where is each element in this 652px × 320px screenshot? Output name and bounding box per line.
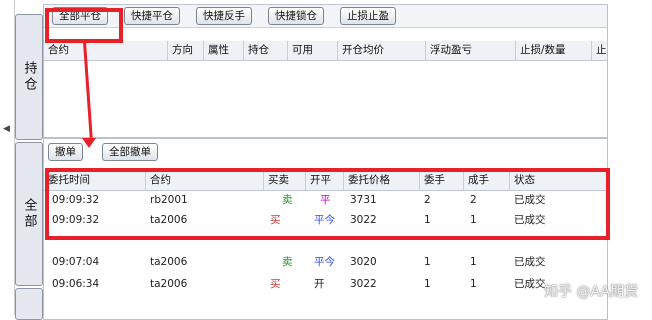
order-qty: 1 — [424, 278, 431, 290]
order-price: 3020 — [350, 256, 377, 268]
cancel-order-button[interactable]: 撤单 — [48, 143, 83, 161]
order-filled: 1 — [470, 278, 477, 290]
quick-reverse-button[interactable]: 快捷反手 — [196, 7, 252, 25]
close-all-button[interactable]: 全部平仓 — [52, 7, 108, 25]
order-price: 3022 — [350, 278, 377, 290]
order-time: 09:09:32 — [52, 214, 100, 226]
positions-table-header: 合约 方向 属性 持仓 可用 开仓均价 浮动盈亏 止损/数量 止 — [44, 41, 607, 61]
quick-close-button[interactable]: 快捷平仓 — [124, 7, 180, 25]
order-price: 3022 — [350, 214, 377, 226]
order-filled: 2 — [470, 194, 477, 206]
col-floating-pnl[interactable]: 浮动盈亏 — [426, 41, 516, 60]
order-contract: ta2006 — [150, 278, 188, 290]
order-contract: ta2006 — [150, 214, 188, 226]
order-status: 已成交 — [514, 194, 546, 206]
order-time: 09:06:34 — [52, 278, 100, 290]
col-stop-extra[interactable]: 止 — [592, 41, 612, 60]
col-order-price[interactable]: 委托价格 — [344, 171, 420, 190]
order-qty: 1 — [424, 214, 431, 226]
col-status[interactable]: 状态 — [510, 171, 612, 190]
col-attribute[interactable]: 属性 — [204, 41, 244, 60]
order-row[interactable]: 09:09:32 rb2001 卖 平 3731 2 2 已成交 — [44, 191, 607, 210]
order-offset: 开 — [314, 278, 325, 290]
order-time: 09:09:32 — [52, 194, 100, 206]
positions-panel: 全部平仓 快捷平仓 快捷反手 快捷锁仓 止损止盈 合约 方向 属性 持仓 可用 … — [43, 4, 608, 138]
col-open-close[interactable]: 开平 — [306, 171, 344, 190]
order-time: 09:07:04 — [52, 256, 100, 268]
tab-positions-label: 持仓 — [21, 61, 37, 93]
order-side: 卖 — [282, 194, 293, 206]
watermark: 知乎 @AA期货 — [544, 284, 638, 300]
col-order-qty[interactable]: 委手 — [420, 171, 464, 190]
order-status: 已成交 — [514, 278, 546, 290]
order-side: 卖 — [282, 256, 293, 268]
order-row[interactable]: 09:07:04 ta2006 卖 平今 3020 1 1 已成交 — [44, 253, 607, 272]
order-side: 买 — [270, 214, 281, 226]
order-row[interactable]: 09:09:32 ta2006 买 平今 3022 1 1 已成交 — [44, 211, 607, 230]
tab-next[interactable] — [15, 288, 43, 320]
order-row[interactable]: 09:06:34 ta2006 买 开 3022 1 1 已成交 — [44, 275, 607, 294]
order-contract: ta2006 — [150, 256, 188, 268]
tab-positions[interactable]: 持仓 — [15, 14, 43, 140]
annotation-arrow-head-icon — [82, 138, 96, 148]
col-stop-qty[interactable]: 止损/数量 — [516, 41, 592, 60]
col-direction[interactable]: 方向 — [168, 41, 204, 60]
tab-all[interactable]: 全部 — [15, 142, 43, 286]
orders-panel: 撤单 全部撤单 委托时间 合约 买卖 开平 委托价格 委手 成手 状态 09:0… — [43, 138, 608, 320]
col-position[interactable]: 持仓 — [244, 41, 288, 60]
orders-toolbar: 撤单 全部撤单 — [44, 139, 607, 161]
cancel-all-button[interactable]: 全部撤单 — [102, 143, 158, 161]
collapse-arrow-icon[interactable]: ◀ — [3, 124, 10, 134]
order-contract: rb2001 — [150, 194, 188, 206]
order-offset: 平今 — [314, 214, 335, 226]
order-offset: 平 — [320, 194, 331, 206]
col-open-avg-price[interactable]: 开仓均价 — [338, 41, 426, 60]
col-order-time[interactable]: 委托时间 — [44, 171, 146, 190]
positions-toolbar: 全部平仓 快捷平仓 快捷反手 快捷锁仓 止损止盈 — [44, 5, 607, 28]
left-collapse-strip[interactable]: ◀ — [0, 0, 15, 315]
col-contract[interactable]: 合约 — [44, 41, 168, 60]
col-available[interactable]: 可用 — [288, 41, 338, 60]
order-filled: 1 — [470, 214, 477, 226]
order-status: 已成交 — [514, 214, 546, 226]
order-offset: 平今 — [314, 256, 335, 268]
order-side: 买 — [270, 278, 281, 290]
order-qty: 2 — [424, 194, 431, 206]
tab-all-label: 全部 — [21, 198, 37, 230]
order-row-partial — [44, 237, 607, 251]
col-buy-sell[interactable]: 买卖 — [264, 171, 306, 190]
quick-lock-button[interactable]: 快捷锁仓 — [268, 7, 324, 25]
col-order-contract[interactable]: 合约 — [146, 171, 264, 190]
col-filled-qty[interactable]: 成手 — [464, 171, 510, 190]
order-status: 已成交 — [514, 256, 546, 268]
orders-table-header: 委托时间 合约 买卖 开平 委托价格 委手 成手 状态 — [44, 171, 607, 191]
order-qty: 1 — [424, 256, 431, 268]
stop-loss-profit-button[interactable]: 止损止盈 — [340, 7, 396, 25]
order-price: 3731 — [350, 194, 377, 206]
order-filled: 1 — [470, 256, 477, 268]
